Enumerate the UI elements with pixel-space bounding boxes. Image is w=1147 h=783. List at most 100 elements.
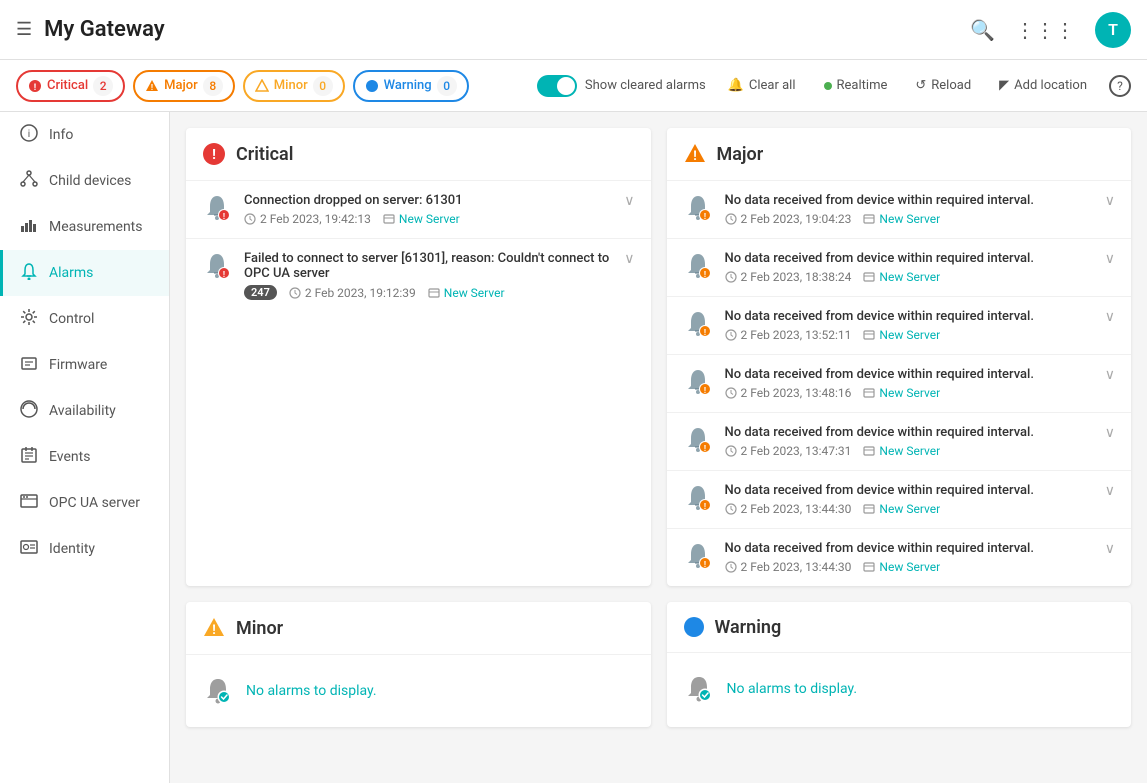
opc-ua-server-icon (19, 492, 39, 514)
header: ☰ My Gateway 🔍 ⋮⋮⋮ T (0, 0, 1147, 60)
chip-minor[interactable]: Minor 0 (243, 70, 345, 102)
help-icon[interactable]: ? (1109, 75, 1131, 97)
major-alarm-bell: ! (683, 483, 715, 515)
show-cleared-toggle-group: Show cleared alarms (537, 75, 706, 97)
sidebar-item-availability[interactable]: Availability (0, 388, 169, 434)
major-alarms-list: ! No data received from device within re… (667, 181, 1132, 586)
critical-panel-header: ! Critical (186, 128, 651, 181)
sidebar-item-child-devices[interactable]: Child devices (0, 158, 169, 204)
sidebar-item-firmware[interactable]: Firmware (0, 342, 169, 388)
alarm-title: Failed to connect to server [61301], rea… (244, 251, 610, 281)
alarm-expand-icon[interactable]: ∨ (1105, 309, 1115, 325)
measurements-icon (19, 216, 39, 238)
minor-no-alarms: No alarms to display. (186, 655, 651, 727)
clock-icon (725, 445, 737, 457)
server-icon (863, 503, 875, 515)
add-location-button[interactable]: ◤ Add location (993, 74, 1093, 97)
server-icon (863, 387, 875, 399)
clock-icon (725, 271, 737, 283)
sidebar-label-measurements: Measurements (49, 219, 142, 235)
alarm-expand-icon[interactable]: ∨ (1105, 193, 1115, 209)
critical-panel: ! Critical ! Connection dropped on serve… (186, 128, 651, 586)
grid-icon[interactable]: ⋮⋮⋮ (1015, 18, 1075, 42)
alarm-item[interactable]: ! No data received from device within re… (667, 355, 1132, 413)
alarm-expand-icon[interactable]: ∨ (1105, 425, 1115, 441)
alarm-expand-icon[interactable]: ∨ (624, 251, 634, 267)
sidebar-item-control[interactable]: Control (0, 296, 169, 342)
warning-bell-icon (683, 673, 715, 705)
svg-text:!: ! (703, 444, 705, 453)
svg-text:!: ! (34, 83, 36, 93)
bell-clear-icon: 🔔 (728, 78, 744, 93)
minor-panel: ! Minor No alarms to display. (186, 602, 651, 727)
sidebar-item-measurements[interactable]: Measurements (0, 204, 169, 250)
server-icon (428, 287, 440, 299)
alarm-item[interactable]: ! Failed to connect to server [61301], r… (186, 239, 651, 312)
chip-major[interactable]: ! Major 8 (133, 70, 235, 102)
firmware-icon (19, 354, 39, 376)
main-layout: i Info Child devices Measurements Alarms… (0, 112, 1147, 783)
info-icon: i (19, 124, 39, 146)
svg-text:!: ! (703, 270, 705, 279)
minor-panel-header: ! Minor (186, 602, 651, 655)
show-cleared-toggle[interactable] (537, 75, 577, 97)
alarm-item[interactable]: ! No data received from device within re… (667, 413, 1132, 471)
alarm-item[interactable]: ! No data received from device within re… (667, 239, 1132, 297)
alarm-expand-icon[interactable]: ∨ (1105, 541, 1115, 557)
alarm-title: No data received from device within requ… (725, 251, 1091, 266)
main-content: ! Critical ! Connection dropped on serve… (170, 112, 1147, 783)
chip-warning[interactable]: Warning 0 (353, 70, 469, 102)
sidebar-item-info[interactable]: i Info (0, 112, 169, 158)
alarm-title: No data received from device within requ… (725, 483, 1091, 498)
svg-text:!: ! (693, 149, 697, 164)
alarm-item[interactable]: ! No data received from device within re… (667, 297, 1132, 355)
alarm-expand-icon[interactable]: ∨ (624, 193, 634, 209)
page-title: My Gateway (44, 17, 970, 42)
realtime-dot (824, 82, 832, 90)
sidebar-item-events[interactable]: Events (0, 434, 169, 480)
alarm-item[interactable]: ! Connection dropped on server: 61301 2 … (186, 181, 651, 239)
sidebar-item-opc-ua-server[interactable]: OPC UA server (0, 480, 169, 526)
svg-text:!: ! (223, 212, 225, 221)
sidebar-label-availability: Availability (49, 403, 116, 419)
svg-text:i: i (28, 129, 30, 140)
alarm-expand-icon[interactable]: ∨ (1105, 251, 1115, 267)
sidebar-item-identity[interactable]: Identity (0, 526, 169, 572)
reload-button[interactable]: ↺ Reload (909, 74, 977, 97)
alarm-title: Connection dropped on server: 61301 (244, 193, 610, 208)
filter-actions: Show cleared alarms 🔔 Clear all Realtime… (537, 74, 1131, 97)
major-alarm-bell: ! (683, 541, 715, 573)
child-devices-icon (19, 170, 39, 192)
events-icon (19, 446, 39, 468)
minor-icon: ! (202, 616, 226, 640)
alarm-item[interactable]: ! No data received from device within re… (667, 181, 1132, 239)
svg-text:!: ! (703, 560, 705, 569)
svg-text:!: ! (703, 212, 705, 221)
sidebar-label-opc-ua-server: OPC UA server (49, 495, 140, 511)
menu-icon[interactable]: ☰ (16, 19, 32, 40)
chip-critical[interactable]: ! Critical 2 (16, 70, 125, 102)
critical-alarm-bell: ! (202, 251, 234, 283)
alarm-expand-icon[interactable]: ∨ (1105, 483, 1115, 499)
alarm-item[interactable]: ! No data received from device within re… (667, 471, 1132, 529)
clear-all-button[interactable]: 🔔 Clear all (722, 74, 802, 97)
sidebar-label-control: Control (49, 311, 94, 327)
alarm-title: No data received from device within requ… (725, 367, 1091, 382)
svg-text:!: ! (223, 270, 225, 279)
search-icon[interactable]: 🔍 (970, 18, 995, 42)
minor-bell-icon (202, 675, 234, 707)
clock-icon (244, 213, 256, 225)
server-icon (383, 213, 395, 225)
server-icon (863, 213, 875, 225)
realtime-button[interactable]: Realtime (818, 74, 894, 97)
alarm-item[interactable]: ! No data received from device within re… (667, 529, 1132, 586)
alarm-expand-icon[interactable]: ∨ (1105, 367, 1115, 383)
sidebar-label-firmware: Firmware (49, 357, 107, 373)
sidebar-label-events: Events (49, 449, 90, 465)
identity-icon (19, 538, 39, 560)
alarm-title: No data received from device within requ… (725, 425, 1091, 440)
sidebar-item-alarms[interactable]: Alarms (0, 250, 169, 296)
avatar[interactable]: T (1095, 12, 1131, 48)
filter-chips: ! Critical 2 ! Major 8 Minor 0 Warning 0 (16, 70, 529, 102)
svg-text:!: ! (212, 147, 216, 163)
